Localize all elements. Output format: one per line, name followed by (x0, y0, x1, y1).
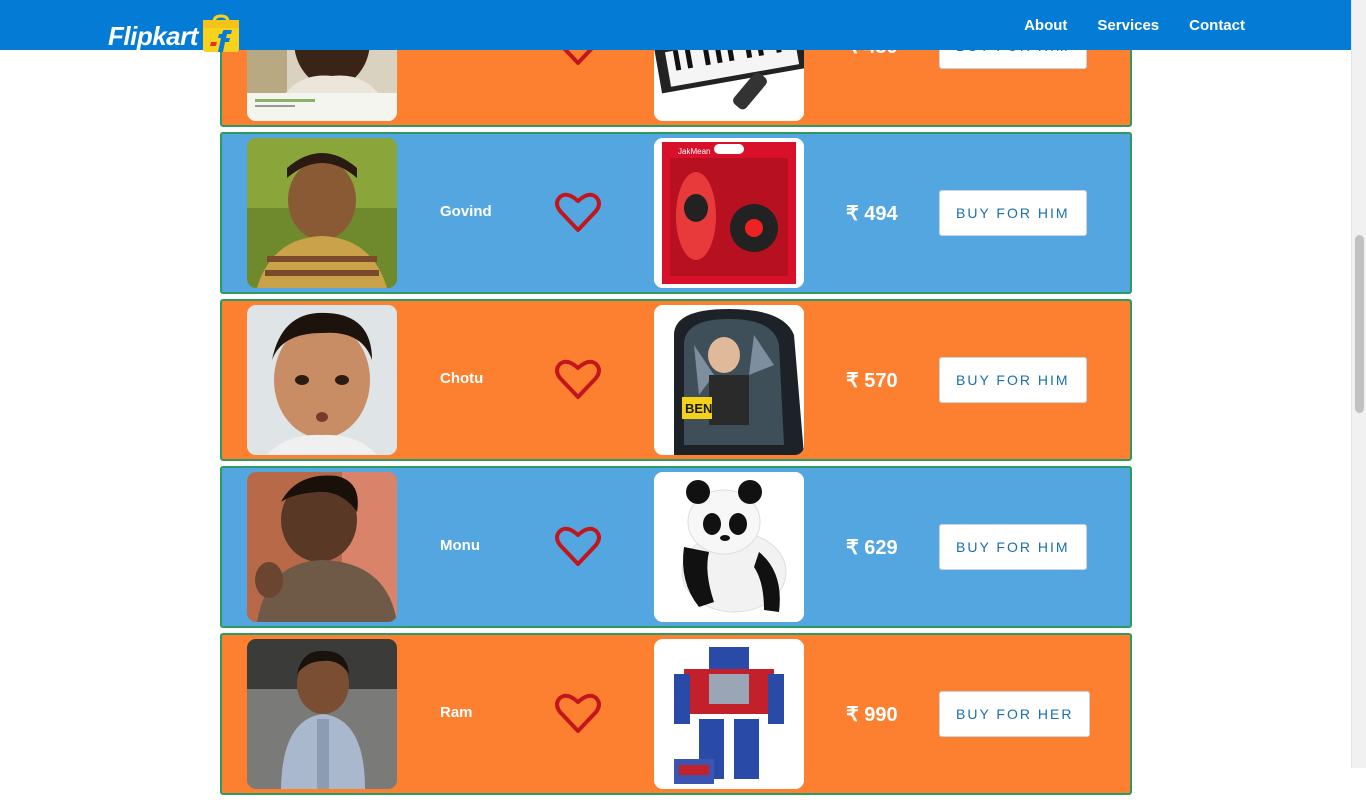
buy-button[interactable]: BUY FOR HIM (939, 524, 1087, 570)
child-card: Monu ₹ 629 BUY FOR HIM (220, 466, 1132, 628)
nav-about[interactable]: About (1024, 17, 1067, 34)
price: ₹ 990 (846, 704, 898, 726)
heart-icon[interactable] (555, 358, 601, 400)
nav-contact[interactable]: Contact (1189, 17, 1245, 34)
child-card: Ram ₹ 990 BUY FOR HER (220, 633, 1132, 795)
child-card: Chotu BEN ₹ 570 BUY FOR HIM (220, 299, 1132, 461)
buy-button[interactable]: BUY FOR HIM (939, 357, 1087, 403)
shopping-bag-icon (202, 14, 239, 52)
panda-plush-photo (654, 472, 804, 622)
heart-icon[interactable] (555, 525, 601, 567)
buy-button[interactable]: BUY FOR HIM (939, 190, 1087, 236)
nav-links: About Services Contact (994, 0, 1245, 50)
rc-car-toy-photo: JakMean (654, 138, 804, 288)
svg-text:BEN: BEN (685, 401, 712, 416)
brand-name: Flipkart (108, 21, 198, 51)
svg-text:JakMean: JakMean (678, 147, 710, 156)
child-photo (247, 472, 397, 622)
heart-icon[interactable] (555, 191, 601, 233)
wishlist-cards: Ashutosh ₹ 430 BUY FO (220, 0, 1132, 800)
child-name: Govind (440, 203, 492, 220)
heart-icon[interactable] (555, 692, 601, 734)
top-navbar: Flipkart About Services Contact (0, 0, 1351, 52)
school-bag-photo: BEN (654, 305, 804, 455)
child-name: Ram (440, 704, 473, 721)
child-photo (247, 639, 397, 789)
nav-services[interactable]: Services (1097, 17, 1159, 34)
buy-button[interactable]: BUY FOR HER (939, 691, 1091, 737)
child-name: Monu (440, 537, 480, 554)
child-photo (247, 305, 397, 455)
price: ₹ 494 (846, 203, 898, 225)
price: ₹ 629 (846, 537, 898, 559)
brand-logo[interactable]: Flipkart (108, 14, 241, 58)
robot-toy-photo (654, 639, 804, 789)
vertical-scrollbar[interactable] (1351, 0, 1366, 768)
child-name: Chotu (440, 370, 484, 387)
price: ₹ 570 (846, 370, 898, 392)
child-card: Govind JakMean ₹ 494 BUY FOR HIM (220, 132, 1132, 294)
scrollbar-thumb[interactable] (1355, 235, 1364, 413)
child-photo (247, 138, 397, 288)
